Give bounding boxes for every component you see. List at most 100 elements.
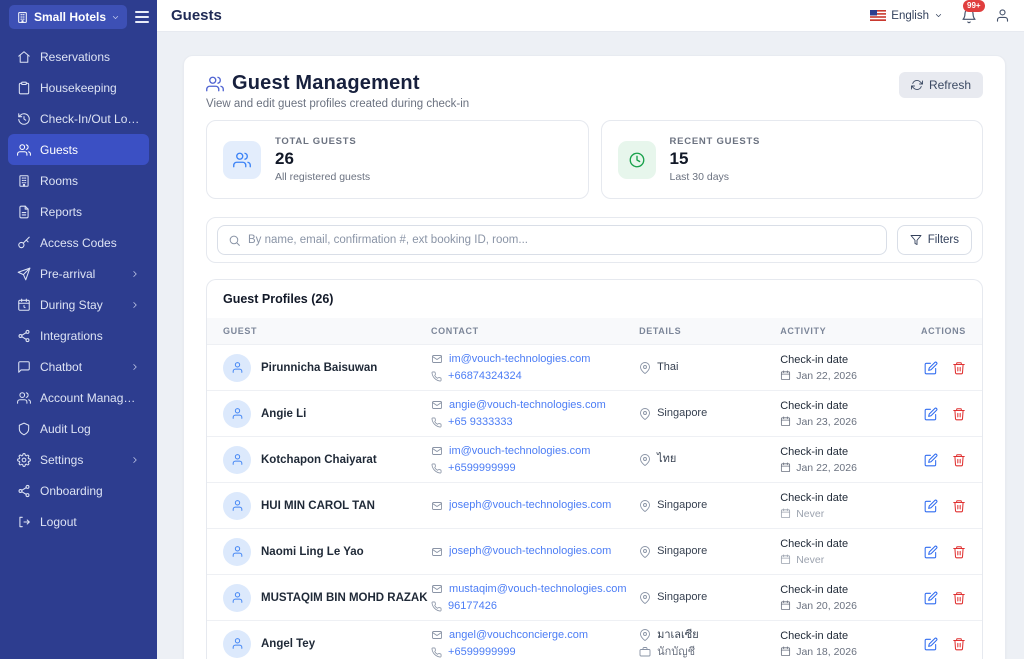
calendar-icon bbox=[780, 370, 791, 381]
sidebar-item[interactable]: Guests bbox=[8, 134, 149, 165]
edit-icon bbox=[924, 407, 938, 421]
sidebar-item[interactable]: Settings bbox=[8, 444, 149, 475]
edit-guest-button[interactable] bbox=[924, 499, 938, 513]
sidebar-collapse-button[interactable] bbox=[135, 11, 149, 23]
checkin-date: Jan 22, 2026 bbox=[796, 368, 857, 384]
sidebar-item[interactable]: Logout bbox=[8, 506, 149, 537]
guest-location: ไทย bbox=[657, 451, 676, 468]
file-icon bbox=[17, 205, 31, 219]
language-selector[interactable]: English bbox=[870, 10, 943, 22]
guest-email-link[interactable]: mustaqim@vouch-technologies.com bbox=[449, 581, 626, 598]
sidebar-item-label: Logout bbox=[40, 515, 77, 529]
workspace-switcher[interactable]: Small Hotels bbox=[9, 5, 127, 29]
sidebar-item[interactable]: Audit Log bbox=[8, 413, 149, 444]
guest-email-link[interactable]: angie@vouch-technologies.com bbox=[449, 397, 606, 414]
person-icon bbox=[231, 499, 244, 512]
sidebar-item[interactable]: Onboarding bbox=[8, 475, 149, 506]
chevron-right-icon bbox=[130, 269, 140, 279]
sidebar-item[interactable]: Check-In/Out Logs bbox=[8, 103, 149, 134]
search-input[interactable] bbox=[248, 234, 876, 246]
guest-email-link[interactable]: im@vouch-technologies.com bbox=[449, 443, 590, 460]
guest-location: มาเลเซีย bbox=[657, 627, 699, 644]
app-window: Small Hotels Reservations Housekeepi bbox=[0, 0, 1024, 659]
sidebar-item[interactable]: Reports bbox=[8, 196, 149, 227]
guest-email-link[interactable]: joseph@vouch-technologies.com bbox=[449, 497, 611, 514]
delete-guest-button[interactable] bbox=[952, 361, 966, 375]
delete-guest-button[interactable] bbox=[952, 453, 966, 467]
edit-guest-button[interactable] bbox=[924, 361, 938, 375]
edit-guest-button[interactable] bbox=[924, 637, 938, 651]
sidebar-item[interactable]: Pre-arrival bbox=[8, 258, 149, 289]
mail-icon bbox=[431, 629, 443, 641]
send-icon bbox=[17, 267, 31, 281]
map-pin-icon bbox=[639, 592, 651, 604]
sidebar-item[interactable]: Housekeeping bbox=[8, 72, 149, 103]
filters-button[interactable]: Filters bbox=[897, 225, 972, 255]
sidebar-item-label: Account Management bbox=[40, 391, 140, 405]
guest-email-link[interactable]: angel@vouchconcierge.com bbox=[449, 627, 588, 644]
section-subtitle: View and edit guest profiles created dur… bbox=[206, 98, 469, 110]
stats-row: TOTAL GUESTS 26 All registered guests RE… bbox=[206, 120, 983, 199]
person-icon bbox=[231, 361, 244, 374]
search-icon bbox=[228, 234, 241, 247]
guest-location: Singapore bbox=[657, 497, 707, 514]
hotel-logo-icon bbox=[16, 11, 29, 24]
user-menu-button[interactable] bbox=[995, 8, 1010, 23]
delete-guest-button[interactable] bbox=[952, 591, 966, 605]
phone-icon bbox=[431, 647, 442, 658]
sidebar-item[interactable]: Account Management bbox=[8, 382, 149, 413]
chevron-right-icon bbox=[130, 300, 140, 310]
delete-guest-button[interactable] bbox=[952, 499, 966, 513]
total-guests-card: TOTAL GUESTS 26 All registered guests bbox=[206, 120, 589, 199]
activity-label: Check-in date bbox=[780, 628, 906, 644]
col-activity: ACTIVITY bbox=[780, 326, 906, 336]
guest-phone-link[interactable]: 96177426 bbox=[448, 598, 497, 615]
phone-icon bbox=[431, 371, 442, 382]
sidebar-item-label: Reservations bbox=[40, 50, 110, 64]
guest-avatar bbox=[223, 400, 251, 428]
trash-icon bbox=[952, 453, 966, 467]
guest-phone-link[interactable]: +65 9333333 bbox=[448, 414, 513, 431]
sidebar-item[interactable]: During Stay bbox=[8, 289, 149, 320]
delete-guest-button[interactable] bbox=[952, 545, 966, 559]
mail-icon bbox=[431, 353, 443, 365]
edit-guest-button[interactable] bbox=[924, 453, 938, 467]
activity-label: Check-in date bbox=[780, 352, 906, 368]
notifications-button[interactable]: 99+ bbox=[961, 8, 977, 24]
stat-label: RECENT GUESTS bbox=[670, 136, 761, 147]
sidebar-item-label: Chatbot bbox=[40, 360, 82, 374]
guest-phone-link[interactable]: +6599999999 bbox=[448, 460, 516, 477]
guest-phone-link[interactable]: +66874324324 bbox=[448, 368, 522, 385]
guest-email-link[interactable]: joseph@vouch-technologies.com bbox=[449, 543, 611, 560]
guest-email-link[interactable]: im@vouch-technologies.com bbox=[449, 351, 590, 368]
edit-guest-button[interactable] bbox=[924, 545, 938, 559]
table-row: HUI MIN CAROL TAN joseph@vouch-technolog… bbox=[207, 482, 982, 528]
edit-icon bbox=[924, 591, 938, 605]
delete-guest-button[interactable] bbox=[952, 407, 966, 421]
guest-name: Kotchapon Chaiyarat bbox=[261, 454, 377, 466]
col-guest: GUEST bbox=[223, 326, 431, 336]
sidebar-item[interactable]: Reservations bbox=[8, 41, 149, 72]
checkin-date: Jan 23, 2026 bbox=[796, 414, 857, 430]
person-icon bbox=[231, 637, 244, 650]
sidebar-item[interactable]: Rooms bbox=[8, 165, 149, 196]
recent-guests-card: RECENT GUESTS 15 Last 30 days bbox=[601, 120, 984, 199]
guest-name: Angel Tey bbox=[261, 638, 315, 650]
guest-phone-link[interactable]: +6599999999 bbox=[448, 644, 516, 659]
edit-guest-button[interactable] bbox=[924, 407, 938, 421]
sidebar-item[interactable]: Integrations bbox=[8, 320, 149, 351]
phone-icon bbox=[431, 463, 442, 474]
guest-occupation: นักบัญชี bbox=[657, 644, 695, 659]
calendar-icon bbox=[780, 554, 791, 565]
share-nodes-icon bbox=[17, 484, 31, 498]
edit-guest-button[interactable] bbox=[924, 591, 938, 605]
sidebar-item-label: Onboarding bbox=[40, 484, 103, 498]
edit-icon bbox=[924, 637, 938, 651]
map-pin-icon bbox=[639, 500, 651, 512]
users-icon bbox=[206, 75, 224, 93]
calendar-icon bbox=[780, 508, 791, 519]
delete-guest-button[interactable] bbox=[952, 637, 966, 651]
sidebar-item[interactable]: Access Codes bbox=[8, 227, 149, 258]
sidebar-item[interactable]: Chatbot bbox=[8, 351, 149, 382]
refresh-button[interactable]: Refresh bbox=[899, 72, 983, 98]
